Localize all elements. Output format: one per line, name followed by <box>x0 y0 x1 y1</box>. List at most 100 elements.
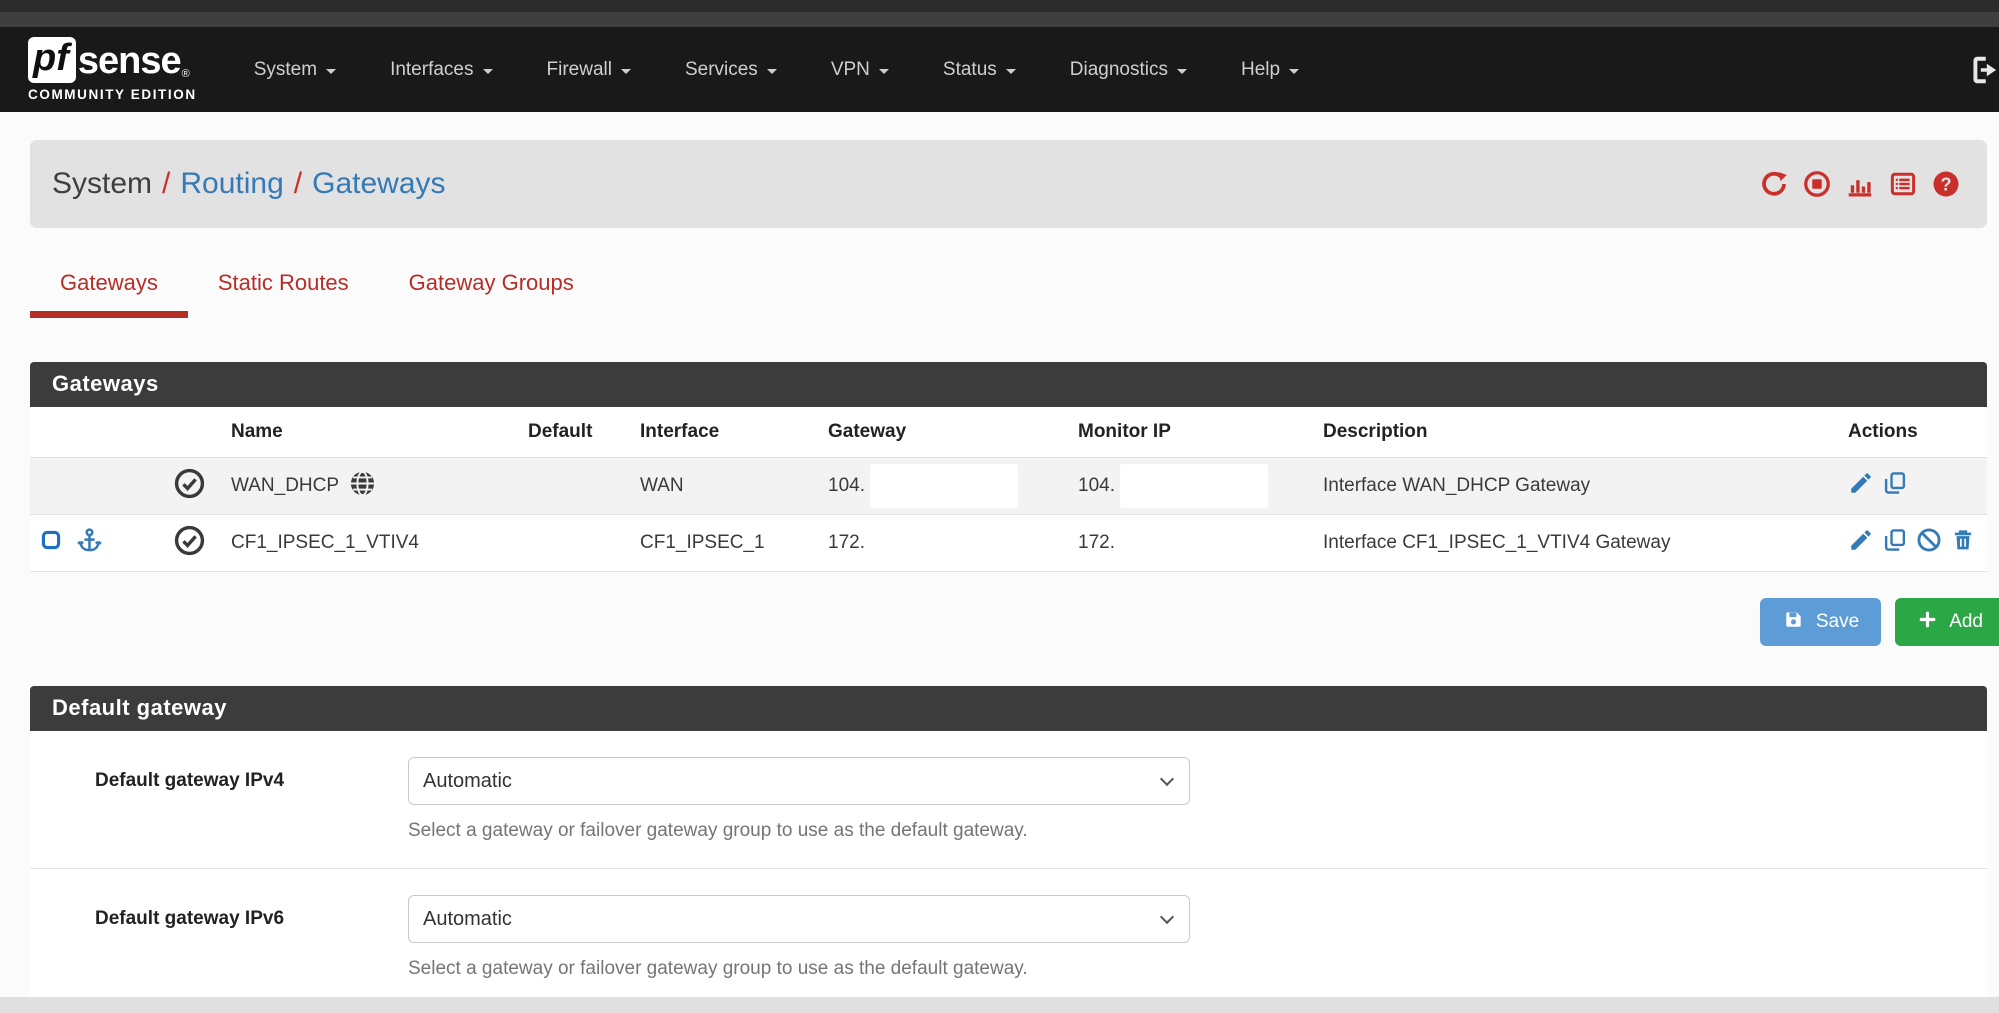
gateway-ip: 104. <box>828 475 865 496</box>
gateway-default <box>520 458 632 515</box>
default-gateway-ipv4-help: Select a gateway or failover gateway gro… <box>408 820 1190 842</box>
save-icon <box>1782 608 1805 637</box>
chart-bar-icon[interactable] <box>1845 169 1875 199</box>
gateway-description: Interface WAN_DHCP Gateway <box>1315 458 1840 515</box>
form-buttons: Save Add <box>30 598 1999 646</box>
default-gateway-ipv6-label: Default gateway IPv6 <box>95 895 378 930</box>
tab-gateways[interactable]: Gateways <box>30 270 188 318</box>
gateway-name: CF1_IPSEC_1_VTIV4 <box>223 515 520 572</box>
menu-help[interactable]: Help <box>1214 47 1326 93</box>
chevron-down-icon <box>1177 69 1187 74</box>
chevron-down-icon <box>1006 69 1016 74</box>
sign-out-icon[interactable] <box>1967 52 1999 88</box>
table-row: WAN_DHCP WAN <box>30 458 1987 515</box>
divider <box>30 868 1987 869</box>
list-icon[interactable] <box>1888 169 1918 199</box>
default-gateway-ipv4-label: Default gateway IPv4 <box>95 757 378 792</box>
chevron-down-icon <box>326 69 336 74</box>
default-gateway-panel-title: Default gateway <box>30 686 1987 731</box>
default-gateway-ipv4-row: Default gateway IPv4 Automatic Select a … <box>30 757 1987 868</box>
menu-diagnostics[interactable]: Diagnostics <box>1043 47 1214 93</box>
monitor-ip: 172. <box>1078 532 1115 553</box>
default-gateway-ipv6-row: Default gateway IPv6 Automatic Select a … <box>30 895 1987 1006</box>
save-button[interactable]: Save <box>1760 598 1881 646</box>
breadcrumb-gateways-link[interactable]: Gateways <box>312 167 445 201</box>
logo-registered-mark: ® <box>182 68 190 83</box>
square-icon <box>38 527 64 559</box>
status-enabled-icon <box>173 541 206 562</box>
col-interface: Interface <box>632 407 820 458</box>
gateways-table: Name Default Interface Gateway Monitor I… <box>30 407 1987 572</box>
logo-edition: COMMUNITY EDITION <box>28 87 197 102</box>
gateway-description: Interface CF1_IPSEC_1_VTIV4 Gateway <box>1315 515 1840 572</box>
default-gateway-panel: Default gateway Default gateway IPv4 Aut… <box>30 686 1987 1012</box>
gateway-name: WAN_DHCP <box>231 475 339 497</box>
menu-services[interactable]: Services <box>658 47 804 93</box>
gateway-interface: CF1_IPSEC_1 <box>632 515 820 572</box>
tab-gateway-groups[interactable]: Gateway Groups <box>379 270 604 318</box>
gateways-panel-title: Gateways <box>30 362 1987 407</box>
window-title-strip <box>0 12 1999 27</box>
window-top-strip <box>0 0 1999 12</box>
chevron-down-icon <box>621 69 631 74</box>
menu-vpn[interactable]: VPN <box>804 47 916 93</box>
default-gateway-ipv6-select[interactable]: Automatic <box>408 895 1190 943</box>
chevron-down-icon <box>483 69 493 74</box>
gateway-ip: 172. <box>828 532 865 553</box>
menu-firewall[interactable]: Firewall <box>520 47 658 93</box>
menu-interfaces[interactable]: Interfaces <box>363 47 519 93</box>
gateways-panel: Gateways Name Default Interface Gateway … <box>30 362 1987 572</box>
edit-icon[interactable] <box>1848 527 1874 553</box>
logo-sense: sense <box>78 41 181 83</box>
default-gateway-ipv4-select[interactable]: Automatic <box>408 757 1190 805</box>
breadcrumb-separator: / <box>162 167 170 201</box>
col-monitor-ip: Monitor IP <box>1070 407 1315 458</box>
edit-icon[interactable] <box>1848 470 1874 496</box>
anchor-icon <box>75 526 104 561</box>
page-action-icons: ? <box>1759 169 1961 199</box>
plus-icon <box>1917 609 1938 636</box>
top-navbar: pf sense ® COMMUNITY EDITION System Inte… <box>0 27 1999 112</box>
disable-icon[interactable] <box>1916 527 1942 553</box>
copy-icon[interactable] <box>1882 470 1908 496</box>
col-gateway: Gateway <box>820 407 1070 458</box>
table-row: CF1_IPSEC_1_VTIV4 CF1_IPSEC_1 172. 172. … <box>30 515 1987 572</box>
refresh-icon[interactable] <box>1759 169 1789 199</box>
col-default: Default <box>520 407 632 458</box>
breadcrumb-separator: / <box>294 167 302 201</box>
chevron-down-icon <box>879 69 889 74</box>
tab-static-routes[interactable]: Static Routes <box>188 270 379 318</box>
col-description: Description <box>1315 407 1840 458</box>
breadcrumb-system: System <box>52 167 152 201</box>
logo-pf: pf <box>28 37 76 83</box>
svg-text:?: ? <box>1940 174 1951 194</box>
chevron-down-icon <box>767 69 777 74</box>
globe-icon <box>348 469 377 504</box>
pfsense-logo[interactable]: pf sense ® COMMUNITY EDITION <box>28 37 197 102</box>
redacted-value <box>1120 464 1268 508</box>
redacted-value <box>870 521 1018 565</box>
menu-system[interactable]: System <box>227 47 363 93</box>
delete-icon[interactable] <box>1950 527 1976 553</box>
menu-status[interactable]: Status <box>916 47 1043 93</box>
add-button[interactable]: Add <box>1895 598 1999 646</box>
copy-icon[interactable] <box>1882 527 1908 553</box>
window-bottom-strip <box>0 997 1999 1013</box>
stop-icon[interactable] <box>1802 169 1832 199</box>
col-actions: Actions <box>1840 407 1987 458</box>
col-name: Name <box>223 407 520 458</box>
table-header-row: Name Default Interface Gateway Monitor I… <box>30 407 1987 458</box>
chevron-down-icon <box>1289 69 1299 74</box>
redacted-value <box>870 464 1018 508</box>
status-enabled-icon <box>173 484 206 505</box>
routing-tabs: Gateways Static Routes Gateway Groups <box>30 270 1999 318</box>
breadcrumb-routing-link[interactable]: Routing <box>180 167 283 201</box>
breadcrumb: System / Routing / Gateways <box>30 140 1987 228</box>
monitor-ip: 104. <box>1078 475 1115 496</box>
main-menu: System Interfaces Firewall Services VPN … <box>227 47 1326 93</box>
help-icon[interactable]: ? <box>1931 169 1961 199</box>
gateway-default <box>520 515 632 572</box>
col-select <box>30 407 165 458</box>
redacted-value <box>1120 521 1268 565</box>
default-gateway-ipv6-help: Select a gateway or failover gateway gro… <box>408 958 1190 980</box>
